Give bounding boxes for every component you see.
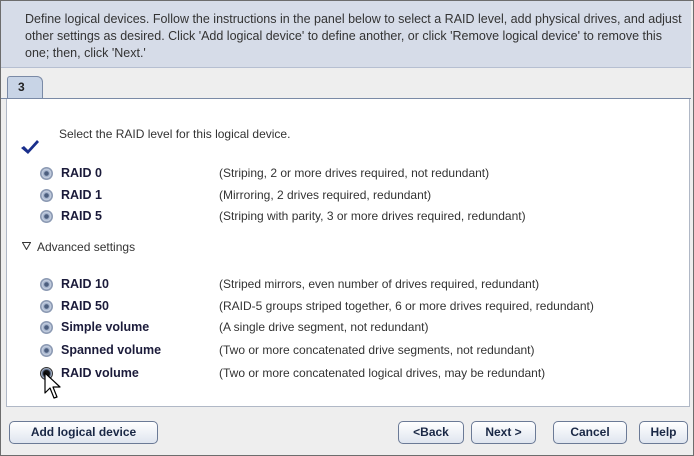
back-button[interactable]: <Back bbox=[398, 421, 464, 444]
radio-button[interactable] bbox=[40, 344, 53, 357]
triangle-down-icon bbox=[22, 242, 31, 250]
raid-option-raid-volume[interactable]: RAID volume (Two or more concatenated lo… bbox=[40, 366, 680, 382]
raid-option-raid-1[interactable]: RAID 1 (Mirroring, 2 drives required, re… bbox=[40, 188, 680, 204]
raid-option-raid-0[interactable]: RAID 0 (Striping, 2 or more drives requi… bbox=[40, 166, 680, 182]
add-logical-device-button[interactable]: Add logical device bbox=[9, 421, 158, 444]
mouse-pointer-icon bbox=[44, 372, 61, 399]
next-button[interactable]: Next > bbox=[471, 421, 536, 444]
option-description: (RAID-5 groups striped together, 6 or mo… bbox=[219, 299, 594, 313]
raid-option-spanned-volume[interactable]: Spanned volume (Two or more concatenated… bbox=[40, 343, 680, 359]
option-label: RAID 1 bbox=[61, 188, 102, 202]
option-description: (Two or more concatenated logical drives… bbox=[219, 366, 546, 380]
checkmark-icon bbox=[21, 140, 39, 154]
radio-button[interactable] bbox=[40, 167, 53, 180]
option-description: (Striping with parity, 3 or more drives … bbox=[219, 209, 526, 223]
advanced-settings-label: Advanced settings bbox=[37, 240, 136, 254]
tab-strip: 3 bbox=[1, 74, 691, 99]
raid-level-prompt: Select the RAID level for this logical d… bbox=[59, 127, 291, 141]
option-label: RAID 50 bbox=[61, 299, 109, 313]
radio-button[interactable] bbox=[40, 300, 53, 313]
radio-button[interactable] bbox=[40, 321, 53, 334]
option-description: (Striped mirrors, even number of drives … bbox=[219, 277, 540, 291]
tab-logical-device-3[interactable]: 3 bbox=[7, 76, 43, 98]
option-description: (Mirroring, 2 drives required, redundant… bbox=[219, 188, 432, 202]
advanced-settings-toggle[interactable]: Advanced settings bbox=[22, 240, 135, 254]
radio-button[interactable] bbox=[40, 210, 53, 223]
option-description: (Two or more concatenated drive segments… bbox=[219, 343, 535, 357]
radio-button[interactable] bbox=[40, 189, 53, 202]
raid-option-raid-5[interactable]: RAID 5 (Striping with parity, 3 or more … bbox=[40, 209, 680, 225]
instructions-text: Define logical devices. Follow the instr… bbox=[25, 12, 682, 60]
raid-option-simple-volume[interactable]: Simple volume (A single drive segment, n… bbox=[40, 320, 680, 336]
radio-button[interactable] bbox=[40, 278, 53, 291]
option-label: Simple volume bbox=[61, 320, 150, 334]
help-button[interactable]: Help bbox=[639, 421, 688, 444]
option-label: RAID 5 bbox=[61, 209, 102, 223]
option-description: (A single drive segment, not redundant) bbox=[219, 320, 429, 334]
option-label: RAID 0 bbox=[61, 166, 102, 180]
instructions-banner: Define logical devices. Follow the instr… bbox=[1, 1, 691, 68]
cancel-button[interactable]: Cancel bbox=[553, 421, 627, 444]
raid-option-raid-50[interactable]: RAID 50 (RAID-5 groups striped together,… bbox=[40, 299, 680, 315]
option-label: RAID 10 bbox=[61, 277, 109, 291]
option-description: (Striping, 2 or more drives required, no… bbox=[219, 166, 490, 180]
option-label: Spanned volume bbox=[61, 343, 162, 357]
option-label: RAID volume bbox=[61, 366, 139, 380]
raid-option-raid-10[interactable]: RAID 10 (Striped mirrors, even number of… bbox=[40, 277, 680, 293]
